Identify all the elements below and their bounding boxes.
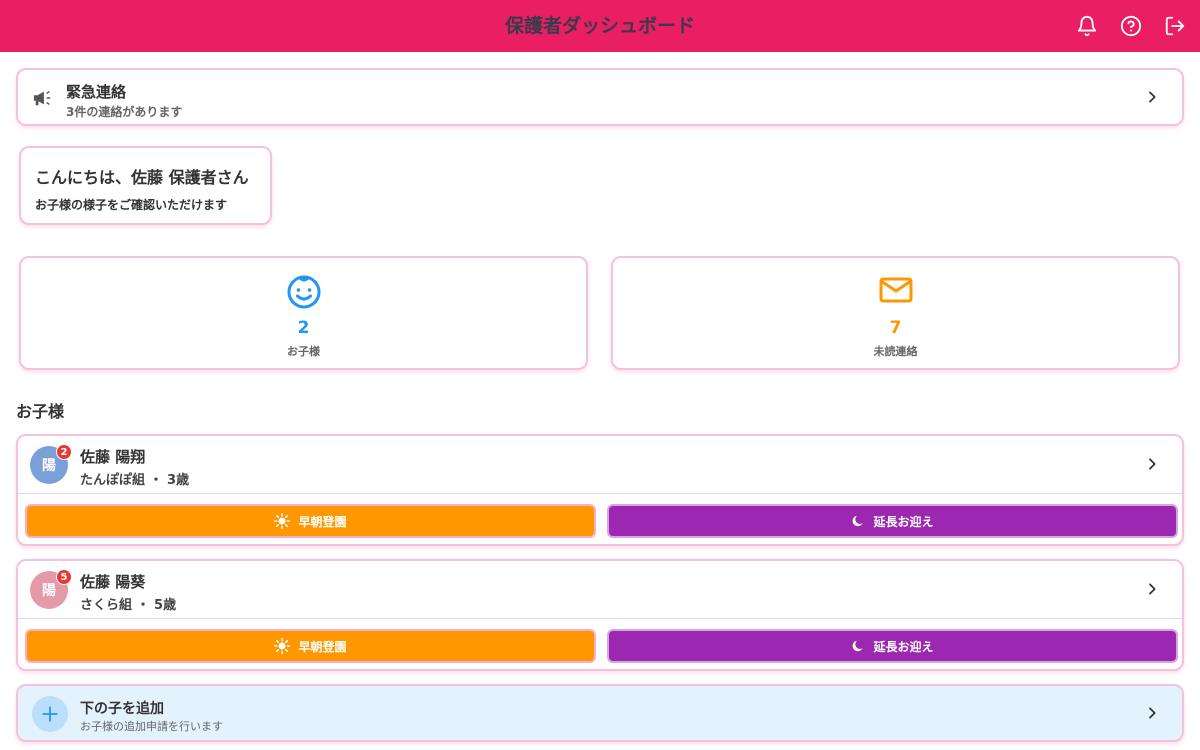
unread-count: 7 <box>889 318 902 338</box>
page-title: 保護者ダッシュボード <box>504 15 695 37</box>
chevron-right-icon <box>1149 583 1156 595</box>
child-card: 陽 2 佐藤 陽翔 たんぽぽ組 ・ 3歳 早朝登園 延長お迎え <box>16 434 1184 546</box>
plus-icon <box>42 706 58 722</box>
children-count-label: お子様 <box>287 345 320 358</box>
child-card-header[interactable]: 陽 5 佐藤 陽葵 さくら組 ・ 5歳 <box>18 561 1182 619</box>
notification-badge: 5 <box>56 569 72 585</box>
stat-card-children: 2 お子様 <box>19 256 588 370</box>
early-drop-off-button[interactable]: 早朝登園 <box>25 504 596 538</box>
extended-pickup-label: 延長お迎え <box>873 514 934 529</box>
alert-title: 緊急連絡 <box>66 83 127 101</box>
mail-icon <box>879 277 912 303</box>
moon-icon <box>853 640 864 652</box>
child-name: 佐藤 陽翔 <box>80 448 146 466</box>
child-face-icon <box>287 275 320 309</box>
app-bar: 保護者ダッシュボード <box>0 0 1200 52</box>
extended-pickup-button[interactable]: 延長お迎え <box>607 504 1178 538</box>
chevron-right-icon <box>1149 91 1156 103</box>
child-card-header[interactable]: 陽 2 佐藤 陽翔 たんぽぽ組 ・ 3歳 <box>18 436 1182 494</box>
greeting-card: こんにちは、佐藤 保護者さん お子様の様子をご確認いただけます <box>19 146 272 225</box>
moon-icon <box>853 515 864 527</box>
early-drop-off-button[interactable]: 早朝登園 <box>25 629 596 663</box>
stat-card-unread: 7 未読連絡 <box>611 256 1180 370</box>
add-child-button[interactable] <box>32 696 68 732</box>
child-card: 陽 5 佐藤 陽葵 さくら組 ・ 5歳 早朝登園 延長お迎え <box>16 559 1184 671</box>
megaphone-icon <box>33 91 51 106</box>
sun-icon <box>274 638 291 654</box>
bell-icon <box>1077 16 1097 37</box>
extended-pickup-label: 延長お迎え <box>873 639 934 654</box>
notification-badge: 2 <box>56 444 72 460</box>
child-class-age: たんぽぽ組 ・ 3歳 <box>80 473 190 488</box>
chevron-right-icon <box>1149 707 1156 719</box>
unread-count-label: 未読連絡 <box>873 345 918 358</box>
app-bar-actions <box>1072 11 1190 41</box>
emergency-alert-card[interactable]: 緊急連絡 3件の連絡があります <box>16 68 1184 126</box>
alert-subtitle: 3件の連絡があります <box>66 105 183 119</box>
add-child-title: 下の子を追加 <box>80 701 164 717</box>
extended-pickup-button[interactable]: 延長お迎え <box>607 629 1178 663</box>
children-count: 2 <box>297 318 310 338</box>
early-drop-off-label: 早朝登園 <box>298 514 347 529</box>
notifications-button[interactable] <box>1072 11 1102 41</box>
child-class-age: さくら組 ・ 5歳 <box>80 598 177 613</box>
add-child-card[interactable]: 下の子を追加 お子様の追加申請を行います <box>16 684 1184 742</box>
sun-icon <box>274 513 291 529</box>
greeting-subtitle: お子様の様子をご確認いただけます <box>35 198 228 212</box>
help-button[interactable] <box>1116 11 1146 41</box>
chevron-right-icon <box>1149 458 1156 470</box>
child-name: 佐藤 陽葵 <box>80 573 146 591</box>
early-drop-off-label: 早朝登園 <box>298 639 347 654</box>
add-child-subtitle: お子様の追加申請を行います <box>80 720 223 733</box>
logout-icon <box>1165 16 1185 36</box>
greeting-title: こんにちは、佐藤 保護者さん <box>35 168 249 187</box>
logout-button[interactable] <box>1160 11 1190 41</box>
help-icon <box>1120 15 1142 37</box>
children-section-title: お子様 <box>16 402 65 421</box>
